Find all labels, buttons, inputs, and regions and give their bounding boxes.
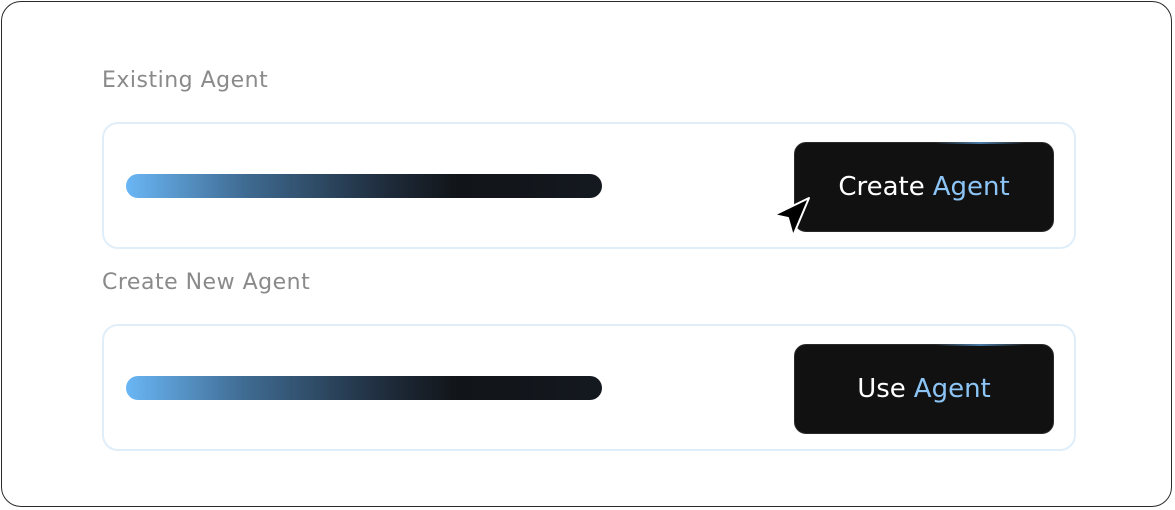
placeholder-bar [126,376,602,400]
agent-card-new: Use Agent [102,324,1076,451]
button-label-accent: Agent [913,374,991,404]
use-agent-button[interactable]: Use Agent [794,344,1054,434]
panel-frame: Existing Agent Create Agent Create New Ag… [1,1,1172,507]
section-label-existing-agent: Existing Agent [102,68,269,93]
agent-card-existing: Create Agent [102,122,1076,249]
mouse-pointer-icon [773,197,810,237]
section-label-create-new-agent: Create New Agent [102,270,311,295]
create-agent-button[interactable]: Create Agent [794,142,1054,232]
button-label-accent: Agent [932,172,1010,202]
button-label-main: Use [857,374,906,404]
button-label-main: Create [838,172,925,202]
placeholder-bar [126,174,602,198]
